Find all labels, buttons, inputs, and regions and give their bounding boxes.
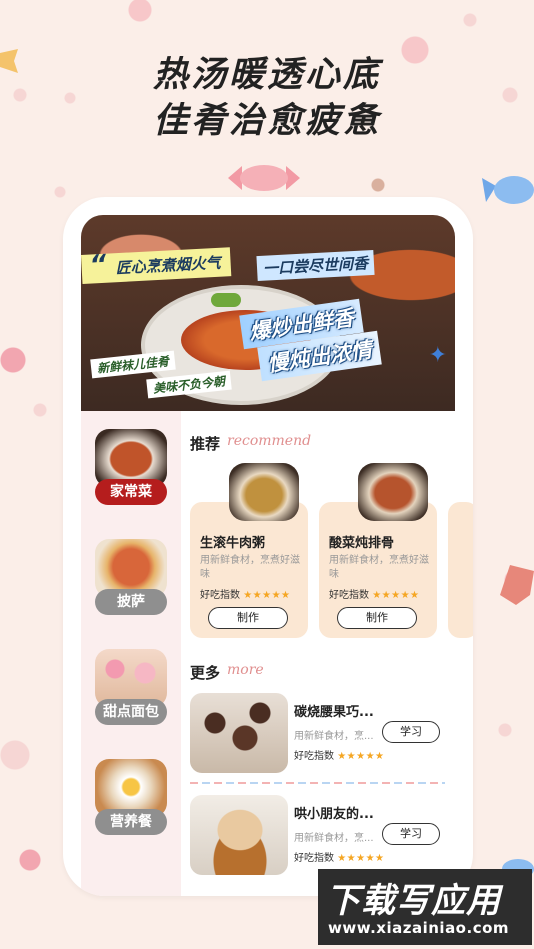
headline: 热汤暖透心底 佳肴治愈疲惫 — [0, 52, 534, 144]
rating-stars-icon: ★★★★★ — [372, 590, 420, 601]
app-card: “ 匠心烹煮烟火气 一口尝尽世间香 爆炒出鲜香 慢炖出浓情 新鲜袜儿佳肴 美味不… — [63, 197, 473, 896]
quote-icon: “ — [88, 249, 108, 281]
recommend-card[interactable]: 生滚牛肉粥 用新鲜食材，烹煮好滋味 好吃指数 ★★★★★ 制作 — [190, 502, 308, 638]
category-label: 营养餐 — [95, 809, 167, 835]
recommend-card[interactable]: 酸菜炖排骨 用新鲜食材，烹煮好滋味 好吃指数 ★★★★★ 制作 — [319, 502, 437, 638]
candy-decoration-pink-icon — [228, 165, 300, 191]
category-nutrition-meal[interactable]: 营养餐 — [95, 759, 167, 839]
recommend-card-image — [229, 463, 299, 521]
watermark-url: www.xiazainiao.com — [328, 919, 510, 937]
sparkle-icon: ✦ — [428, 343, 447, 368]
more-item-rating: 好吃指数 ★★★★★ — [294, 751, 385, 762]
headline-line-2: 佳肴治愈疲惫 — [152, 101, 381, 141]
recommend-card-partial[interactable] — [448, 502, 473, 638]
category-pizza[interactable]: 披萨 — [95, 539, 167, 619]
headline-line-1: 热汤暖透心底 — [152, 55, 381, 95]
more-item-desc: 用新鲜食材，烹... — [294, 833, 374, 844]
rating-stars-icon: ★★★★★ — [337, 751, 385, 762]
make-button[interactable]: 制作 — [337, 607, 417, 629]
recommend-title: 推荐 — [190, 435, 221, 453]
more-item-image — [190, 795, 288, 875]
banner-garnish-image — [211, 293, 241, 307]
banner-tag-taste: 一口尝尽世间香 — [256, 249, 375, 282]
watermark: 下载写应用 www.xiazainiao.com — [318, 869, 532, 945]
learn-button[interactable]: 学习 — [382, 721, 440, 743]
recommend-subtitle: recommend — [227, 433, 312, 449]
recommend-card-rating: 好吃指数 ★★★★★ — [329, 590, 420, 601]
category-label: 家常菜 — [95, 479, 167, 505]
more-list-item[interactable]: 哄小朋友的... 用新鲜食材，烹... 好吃指数 ★★★★★ 学习 — [190, 795, 445, 879]
divider — [190, 782, 445, 784]
banner-tag-craft: “ 匠心烹煮烟火气 — [81, 247, 232, 284]
recommend-card-name: 生滚牛肉粥 — [200, 536, 266, 551]
make-button[interactable]: 制作 — [208, 607, 288, 629]
rating-stars-icon: ★★★★★ — [243, 590, 291, 601]
more-list-item[interactable]: 碳烧腰果巧... 用新鲜食材，烹... 好吃指数 ★★★★★ 学习 — [190, 693, 445, 777]
recommend-card-desc: 用新鲜食材，烹煮好滋味 — [329, 555, 429, 580]
learn-button[interactable]: 学习 — [382, 823, 440, 845]
candy-decoration-orange-icon — [500, 565, 534, 605]
watermark-title: 下载写应用 — [326, 881, 501, 921]
category-label: 甜点面包 — [95, 699, 167, 725]
more-item-name: 碳烧腰果巧... — [294, 705, 374, 720]
recommend-card-name: 酸菜炖排骨 — [329, 536, 395, 551]
category-dessert-bread[interactable]: 甜点面包 — [95, 649, 167, 729]
category-label: 披萨 — [95, 589, 167, 615]
more-item-image — [190, 693, 288, 773]
more-item-rating: 好吃指数 ★★★★★ — [294, 853, 385, 864]
candy-decoration-blue-icon — [482, 176, 534, 204]
more-item-desc: 用新鲜食材，烹... — [294, 731, 374, 742]
rating-stars-icon: ★★★★★ — [337, 853, 385, 864]
more-subtitle: more — [227, 662, 264, 678]
more-title: 更多 — [190, 664, 221, 682]
banner[interactable]: “ 匠心烹煮烟火气 一口尝尽世间香 爆炒出鲜香 慢炖出浓情 新鲜袜儿佳肴 美味不… — [81, 215, 455, 411]
recommend-card-image — [358, 463, 428, 521]
recommend-card-rating: 好吃指数 ★★★★★ — [200, 590, 291, 601]
more-item-name: 哄小朋友的... — [294, 807, 374, 822]
recommend-card-desc: 用新鲜食材，烹煮好滋味 — [200, 555, 300, 580]
category-sidebar: 家常菜 披萨 甜点面包 营养餐 — [81, 411, 181, 896]
category-home-cooking[interactable]: 家常菜 — [95, 429, 167, 509]
